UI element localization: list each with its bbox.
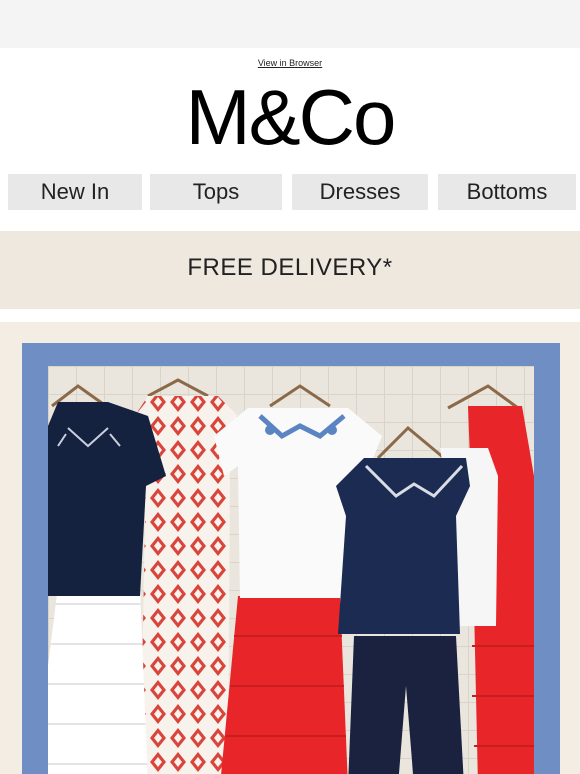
hero-section[interactable] bbox=[0, 322, 580, 774]
free-delivery-banner[interactable]: FREE DELIVERY* bbox=[0, 231, 580, 309]
clothing-rack-photo[interactable] bbox=[48, 366, 534, 774]
nav-tops[interactable]: Tops bbox=[150, 174, 282, 210]
clothing-rack-illustration bbox=[48, 366, 534, 774]
brand-logo[interactable]: M&Co bbox=[0, 72, 580, 162]
hero-frame bbox=[22, 343, 560, 774]
nav-bottoms[interactable]: Bottoms bbox=[438, 174, 576, 210]
email-container: View in Browser M&Co New In Tops Dresses… bbox=[0, 48, 580, 774]
view-in-browser-link[interactable]: View in Browser bbox=[0, 58, 580, 68]
nav-dresses[interactable]: Dresses bbox=[292, 174, 428, 210]
nav-new-in[interactable]: New In bbox=[8, 174, 142, 210]
nav-bar: New In Tops Dresses Bottoms bbox=[0, 174, 580, 210]
